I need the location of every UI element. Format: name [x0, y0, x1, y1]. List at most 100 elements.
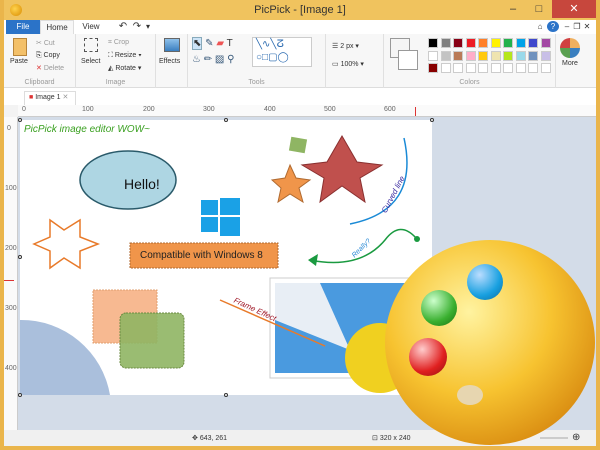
ruler-label: 300 [5, 305, 17, 312]
fill-tool-icon[interactable]: ♨ [192, 54, 201, 65]
ruler-label: 0 [7, 125, 11, 132]
copy-button[interactable]: ⎘ Copy [36, 52, 60, 60]
ruler-label: 500 [324, 106, 336, 113]
select-button[interactable]: Select [81, 58, 100, 65]
color-swatch[interactable] [503, 50, 513, 61]
color-swatch[interactable] [515, 50, 526, 61]
more-colors-button[interactable]: More [562, 60, 578, 67]
color-swatch[interactable] [478, 38, 488, 48]
color-swatch[interactable] [540, 50, 551, 61]
resize-handle[interactable] [224, 118, 228, 122]
color-swatch[interactable] [503, 63, 513, 73]
color-swatch[interactable] [453, 50, 463, 61]
stroke-width-select[interactable]: ☰ 2 px ▾ [332, 42, 359, 50]
image-size: ⊡ 320 x 240 [372, 435, 411, 442]
pointer-tool-icon[interactable]: ⬉ [192, 37, 203, 50]
rotate-label: Rotate [115, 65, 136, 72]
logo-hole [457, 385, 483, 405]
help-icon[interactable]: ? [547, 21, 559, 32]
color-swatch[interactable] [453, 63, 463, 73]
color-swatch[interactable] [440, 50, 451, 61]
green-square-shape [288, 136, 308, 154]
select-icon [84, 38, 98, 52]
cursor-marker-v [4, 280, 14, 281]
doc-minimize-icon[interactable]: – [562, 20, 572, 34]
resize-handle[interactable] [18, 255, 22, 259]
color-swatch[interactable] [465, 63, 476, 73]
resize-handle[interactable] [18, 393, 22, 397]
color-swatch[interactable] [503, 38, 513, 48]
ribbon-collapse-icon[interactable]: ⌂ [534, 20, 546, 34]
ribbon: Paste ✂ Cut ⎘ Copy ✕ Delete Clipboard Se… [4, 34, 596, 88]
cut-label: Cut [43, 40, 55, 47]
highlight-tool-icon[interactable]: ▨ [215, 54, 224, 65]
rotate-button[interactable]: ◭ Rotate ▾ [108, 64, 141, 72]
tools-group: ⬉ ✎ ▰ T ♨ ✏ ▨ ⚲ ╲∿╲ⵒ ○□▢◯ Tools [188, 34, 326, 88]
color-swatch[interactable] [478, 50, 488, 61]
cursor-position-value: 643, 261 [199, 435, 228, 442]
doc-tab-image-1[interactable]: ■ Image 1 ✕ [24, 91, 76, 105]
zoom-slider[interactable] [540, 437, 568, 439]
color-swatch[interactable] [515, 63, 526, 73]
vertical-ruler: 0 100 200 300 400 [4, 117, 18, 430]
zoom-in-icon[interactable]: ⊕ [572, 432, 580, 443]
crop-button[interactable]: ⌗ Crop [108, 39, 129, 47]
color-swatch[interactable] [528, 50, 538, 61]
tab-file[interactable]: File [6, 20, 40, 34]
doc-close-icon[interactable]: ✕ [582, 20, 592, 34]
tab-home[interactable]: Home [40, 20, 74, 34]
color-swatch[interactable] [515, 38, 526, 48]
color-swatch[interactable] [453, 38, 463, 48]
text-tool-icon[interactable]: T [227, 38, 233, 49]
close-button[interactable]: ✕ [552, 0, 596, 18]
marker-tool-icon[interactable]: ✏ [204, 54, 212, 65]
resize-handle[interactable] [224, 393, 228, 397]
resize-handle[interactable] [430, 118, 434, 122]
eraser-tool-icon[interactable]: ▰ [216, 38, 224, 49]
color-swatch[interactable] [440, 63, 451, 73]
image-size-value: 320 x 240 [379, 435, 411, 442]
effects-group: Effects [156, 34, 188, 88]
color-swatch[interactable] [490, 63, 501, 73]
ruler-label: 600 [384, 106, 396, 113]
resize-handle[interactable] [18, 118, 22, 122]
minimize-button[interactable]: – [500, 0, 526, 18]
tab-view[interactable]: View [76, 20, 106, 34]
secondary-color[interactable] [398, 50, 418, 70]
maximize-button[interactable]: □ [526, 0, 552, 18]
qat-dropdown-icon[interactable]: ▾ [144, 20, 152, 34]
color-swatch[interactable] [465, 50, 476, 61]
image-canvas[interactable]: PicPick image editor WOW~ Hello! Compati… [20, 120, 432, 395]
doc-tab-close-icon[interactable]: ✕ [62, 94, 68, 101]
resize-button[interactable]: ⛶ Resize ▾ [108, 52, 142, 60]
color-swatch[interactable] [540, 38, 551, 48]
color-swatch[interactable] [465, 38, 476, 48]
color-swatch[interactable] [428, 50, 438, 61]
color-swatch[interactable] [490, 38, 501, 48]
delete-button[interactable]: ✕ Delete [36, 64, 64, 72]
color-swatch[interactable] [528, 38, 538, 48]
logo-red-dot [409, 338, 447, 376]
color-swatch[interactable] [490, 50, 501, 61]
color-swatch[interactable] [428, 38, 438, 48]
shapes-gallery[interactable]: ╲∿╲ⵒ ○□▢◯ [252, 37, 312, 67]
tool-icons[interactable]: ⬉ ✎ ▰ T [192, 37, 233, 50]
doc-restore-icon[interactable]: ❐ [572, 20, 582, 34]
paste-button[interactable]: Paste [10, 58, 28, 65]
undo-icon[interactable]: ↶ [116, 20, 130, 34]
color-swatch[interactable] [478, 63, 488, 73]
image-label: Image [105, 79, 126, 86]
banner-text: Compatible with Windows 8 [140, 250, 263, 261]
redo-icon[interactable]: ↷ [130, 20, 144, 34]
color-swatch[interactable] [528, 63, 538, 73]
color-swatch[interactable] [540, 63, 551, 73]
color-swatch[interactable] [428, 63, 438, 73]
pen-tool-icon[interactable]: ✎ [205, 38, 213, 49]
colors-label: Colors [459, 79, 480, 86]
color-swatch[interactable] [440, 38, 451, 48]
doc-tab-label: Image 1 [35, 94, 61, 101]
zoom-select[interactable]: ▭ 100% ▾ [332, 60, 364, 68]
cut-button[interactable]: ✂ Cut [36, 39, 55, 47]
effects-button[interactable]: Effects [159, 58, 180, 65]
eyedropper-tool-icon[interactable]: ⚲ [227, 54, 234, 65]
